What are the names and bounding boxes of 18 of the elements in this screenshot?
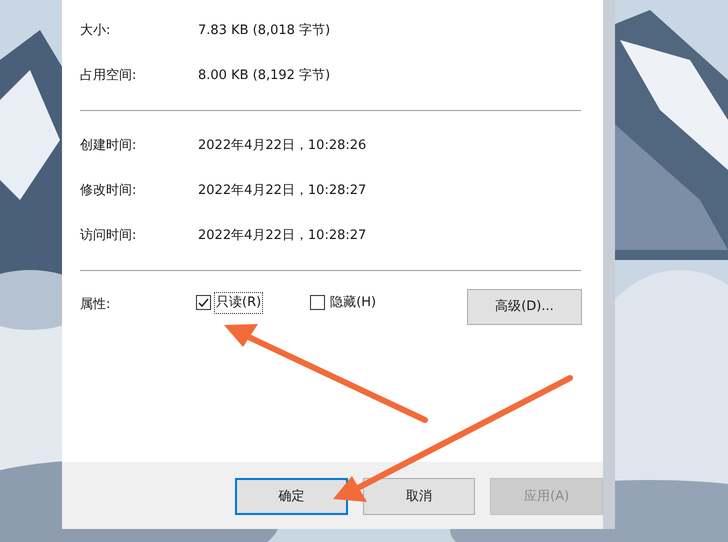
- field-label: 属性:: [80, 296, 112, 314]
- checkbox-label: 隐藏(H): [329, 294, 378, 312]
- field-label: 创建时间:: [80, 136, 138, 155]
- field-value: 8.00 KB (8,192 字节): [198, 66, 330, 85]
- dialog-button[interactable]: 取消: [362, 478, 476, 515]
- field-value: 2022年4月22日，10:28:27: [198, 226, 366, 245]
- field-value: 7.83 KB (8,018 字节): [198, 22, 330, 40]
- field-label: 修改时间:: [80, 182, 138, 200]
- checkbox[interactable]: 只读(R): [196, 293, 262, 312]
- advanced-button[interactable]: 高级(D)...: [467, 289, 582, 325]
- field-value: 2022年4月22日，10:28:26: [198, 136, 366, 155]
- field-value: 2022年4月22日，10:28:27: [198, 182, 366, 200]
- field-label: 占用空间:: [80, 66, 138, 85]
- field-label: 大小:: [80, 22, 112, 40]
- checkbox-label: 只读(R): [215, 293, 262, 312]
- field-label: 访问时间:: [80, 226, 138, 245]
- checkbox[interactable]: 隐藏(H): [310, 293, 378, 312]
- dialog-button[interactable]: 确定: [235, 478, 348, 515]
